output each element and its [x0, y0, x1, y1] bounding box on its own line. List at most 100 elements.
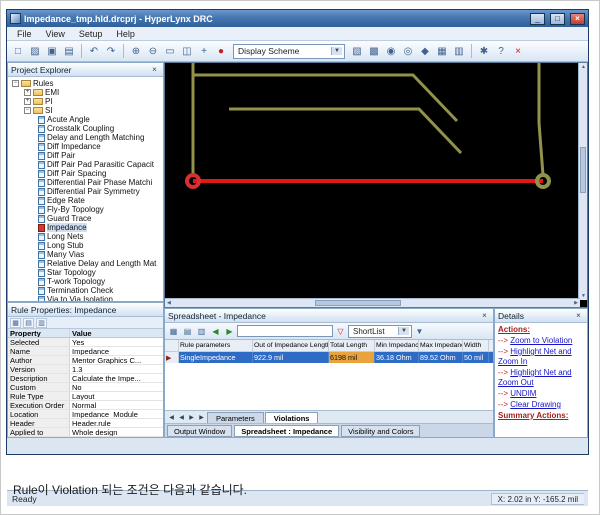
tree-item-rule[interactable]: T-work Topology: [9, 277, 162, 286]
pages-icon[interactable]: ▥: [36, 317, 47, 328]
sheet-icon[interactable]: ▦: [167, 325, 180, 338]
tree-item-pi[interactable]: + PI: [9, 97, 162, 106]
menu-view[interactable]: View: [39, 29, 72, 39]
close-icon[interactable]: ×: [149, 64, 160, 75]
pcb-canvas[interactable]: [165, 63, 580, 300]
column-header[interactable]: Total Length: [329, 340, 375, 351]
tree-item-rule[interactable]: Edge Rate: [9, 196, 162, 205]
next-record-icon[interactable]: ▶: [187, 414, 196, 421]
scroll-left-icon[interactable]: ◀: [167, 300, 171, 306]
display-scheme-select[interactable]: Display Scheme ▼: [233, 43, 345, 59]
help-icon[interactable]: ?: [493, 43, 509, 59]
new-icon[interactable]: □: [10, 43, 26, 59]
tree-item-rule[interactable]: Diff Pair Spacing: [9, 169, 162, 178]
close-icon[interactable]: ×: [573, 310, 584, 321]
forward-icon[interactable]: ▶: [223, 325, 236, 338]
action-clear-drawing[interactable]: --> Clear Drawing: [498, 400, 584, 410]
violation-row[interactable]: ▶ SingleImpedance 922.9 mil 6198 mil 36.…: [165, 352, 493, 363]
tab-violations[interactable]: Violations: [264, 412, 319, 423]
zoom-in-icon[interactable]: ⊕: [128, 43, 144, 59]
horizontal-scrollbar[interactable]: ◀ ▶: [165, 298, 580, 307]
print-icon[interactable]: ▤: [61, 43, 77, 59]
filter-input[interactable]: [237, 325, 333, 337]
column-header[interactable]: Width: [463, 340, 489, 351]
column-header[interactable]: Out of Impedance Length: [253, 340, 329, 351]
undo-icon[interactable]: ↶: [86, 43, 102, 59]
categorized-icon[interactable]: ▦: [10, 317, 21, 328]
tree-item-rules-root[interactable]: − Rules: [9, 79, 162, 88]
tab-spreadsheet-impedance[interactable]: Spreadsheet : Impedance: [234, 424, 340, 437]
menu-help[interactable]: Help: [109, 29, 142, 39]
last-record-icon[interactable]: ▶: [197, 414, 206, 421]
column-header[interactable]: Max Impedance: [419, 340, 463, 351]
export-icon[interactable]: ▥: [195, 325, 208, 338]
action-highlight-zoom-in[interactable]: --> Highlight Net and Zoom In: [498, 347, 584, 367]
zoom-window-icon[interactable]: ▭: [162, 43, 178, 59]
alphabetical-icon[interactable]: ▤: [23, 317, 34, 328]
expander-icon[interactable]: +: [24, 98, 31, 105]
tree-item-rule[interactable]: Diff Pair: [9, 151, 162, 160]
report-icon[interactable]: ▥: [451, 43, 467, 59]
close-button[interactable]: ×: [570, 12, 585, 25]
stop-icon[interactable]: ×: [510, 43, 526, 59]
property-row[interactable]: Version 1.3: [8, 365, 163, 374]
tab-visibility-and-colors[interactable]: Visibility and Colors: [341, 424, 421, 437]
tree-item-rule[interactable]: Acute Angle: [9, 115, 162, 124]
action-link[interactable]: Zoom to Violation: [510, 336, 572, 345]
highlight-icon[interactable]: ◉: [383, 43, 399, 59]
pan-icon[interactable]: +: [196, 43, 212, 59]
minimize-button[interactable]: _: [530, 12, 545, 25]
action-link[interactable]: Clear Drawing: [510, 400, 561, 409]
tree-item-rule[interactable]: Long Nets: [9, 232, 162, 241]
scroll-right-icon[interactable]: ▶: [574, 300, 578, 306]
filter-icon[interactable]: ▽: [334, 325, 347, 338]
tree-item-rule[interactable]: Diff Pair Pad Parasitic Capacit: [9, 160, 162, 169]
net-icon[interactable]: ◆: [417, 43, 433, 59]
scroll-thumb[interactable]: [315, 300, 401, 306]
scroll-up-icon[interactable]: ▲: [581, 64, 586, 70]
maximize-button[interactable]: □: [550, 12, 565, 25]
tab-output-window[interactable]: Output Window: [167, 424, 233, 437]
settings-icon[interactable]: ▼: [413, 325, 426, 338]
property-row[interactable]: Rule Type Layout: [8, 392, 163, 401]
tree-item-rule[interactable]: Differential Pair Symmetry: [9, 187, 162, 196]
menu-file[interactable]: File: [10, 29, 39, 39]
property-row[interactable]: Execution Order Normal: [8, 401, 163, 410]
property-row[interactable]: Selected Yes: [8, 338, 163, 347]
print-icon[interactable]: ▤: [181, 325, 194, 338]
close-icon[interactable]: ×: [479, 310, 490, 321]
action-link[interactable]: UNDIM: [510, 389, 536, 398]
column-header[interactable]: Min Impedance: [375, 340, 419, 351]
menu-setup[interactable]: Setup: [72, 29, 110, 39]
expander-icon[interactable]: −: [24, 107, 31, 114]
property-row[interactable]: Location Impedance_Module: [8, 410, 163, 419]
action-link[interactable]: Highlight Net and Zoom In: [498, 347, 572, 366]
open-icon[interactable]: ▨: [27, 43, 43, 59]
action-link[interactable]: Highlight Net and Zoom Out: [498, 368, 572, 387]
property-row[interactable]: Name Impedance: [8, 347, 163, 356]
camera-icon[interactable]: ▦: [434, 43, 450, 59]
tree-item-rule[interactable]: Fly-By Topology: [9, 205, 162, 214]
tree-item-rule[interactable]: Diff Impedance: [9, 142, 162, 151]
tree-item-rule[interactable]: Relative Delay and Length Mat: [9, 259, 162, 268]
vertical-scrollbar[interactable]: ▲ ▼: [578, 63, 587, 300]
save-icon[interactable]: ▣: [44, 43, 60, 59]
zoom-out-icon[interactable]: ⊖: [145, 43, 161, 59]
tree-item-emi[interactable]: + EMI: [9, 88, 162, 97]
property-row[interactable]: Author Mentor Graphics C...: [8, 356, 163, 365]
tree-item-rule[interactable]: Guard Trace: [9, 214, 162, 223]
property-row[interactable]: Applied to Whole design: [8, 428, 163, 437]
tree-item-rule[interactable]: Via to Via Isolation: [9, 295, 162, 301]
run-drc-icon[interactable]: ●: [213, 43, 229, 59]
property-row[interactable]: Description Calculate the Impe...: [8, 374, 163, 383]
action-zoom-to-violation[interactable]: --> Zoom to Violation: [498, 336, 584, 346]
column-header[interactable]: Rule parameters: [179, 340, 253, 351]
tree-item-rule[interactable]: Differential Pair Phase Matchi: [9, 178, 162, 187]
dim-icon[interactable]: ◎: [400, 43, 416, 59]
property-row[interactable]: Custom No: [8, 383, 163, 392]
tree-item-rule[interactable]: Crosstalk Coupling: [9, 124, 162, 133]
tree-item-rule[interactable]: Long Stub: [9, 241, 162, 250]
scroll-thumb[interactable]: [580, 147, 586, 193]
tree-item-rule[interactable]: Star Topology: [9, 268, 162, 277]
property-row[interactable]: Header Header.rule: [8, 419, 163, 428]
